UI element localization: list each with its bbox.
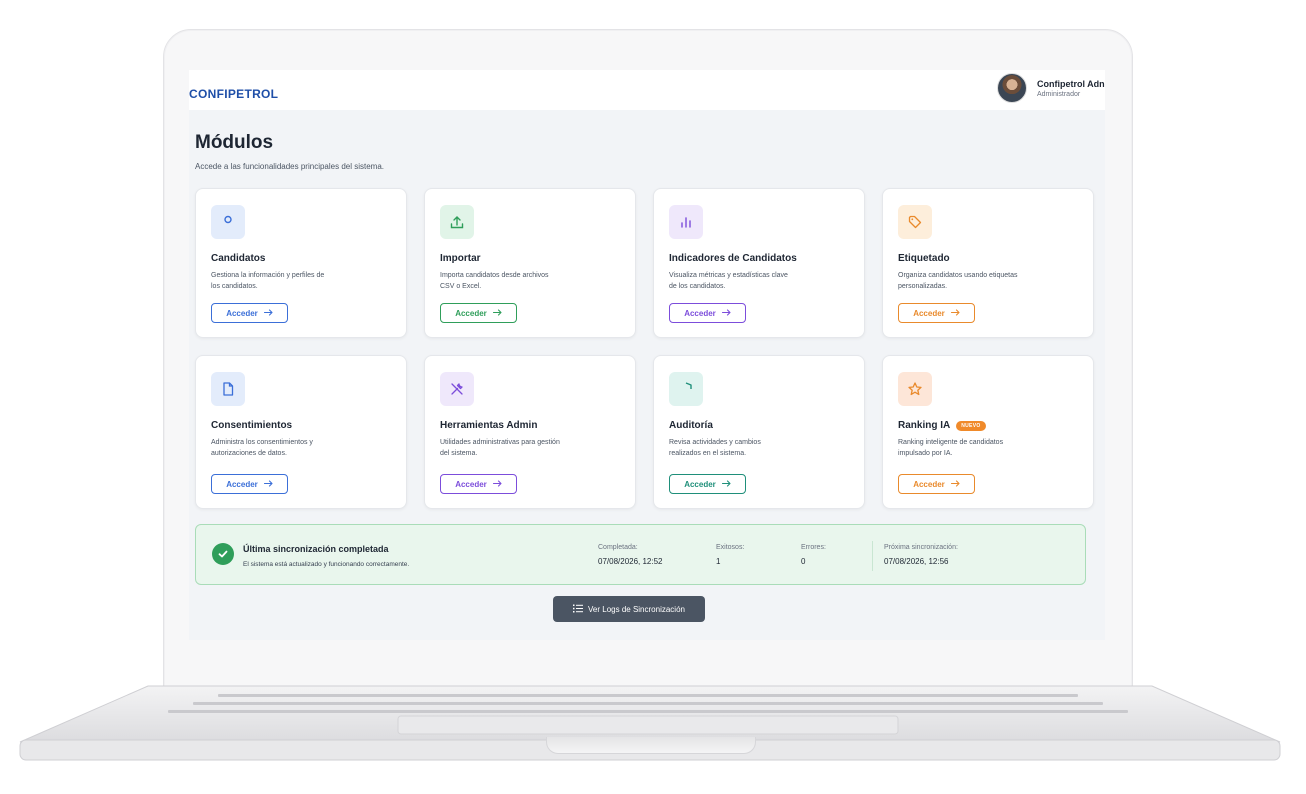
module-card-consentimientos[interactable]: Consentimientos Administra los consentimi… [195, 355, 407, 509]
access-button-ranking-ia[interactable]: Acceder [898, 474, 975, 494]
access-button-label: Acceder [455, 479, 487, 489]
laptop-notch [546, 737, 756, 754]
module-card-herramientas-admin[interactable]: Herramientas Admin Utilidades administrat… [424, 355, 636, 509]
sync-next-label: Próxima sincronización: [884, 544, 958, 551]
access-button-label: Acceder [684, 479, 716, 489]
document-icon [211, 372, 245, 406]
access-button-consentimientos[interactable]: Acceder [211, 474, 288, 494]
sync-status-panel: Última sincronización completada El sist… [195, 524, 1086, 585]
module-title: Candidatos [211, 253, 391, 264]
tag-icon [898, 205, 932, 239]
sync-completed-value: 07/08/2026, 12:52 [598, 557, 663, 566]
module-title-text: Auditoría [669, 420, 713, 431]
sync-next-value: 07/08/2026, 12:56 [884, 557, 949, 566]
access-button-herramientas-admin[interactable]: Acceder [440, 474, 517, 494]
access-button-etiquetado[interactable]: Acceder [898, 303, 975, 323]
view-sync-logs-button[interactable]: Ver Logs de Sincronización [553, 596, 705, 622]
module-description: Organiza candidatos usando etiquetas per… [898, 272, 1018, 291]
main-content: Módulos Accede a las funcionalidades pri… [189, 110, 1105, 640]
module-title: Consentimientos [211, 420, 391, 431]
module-card-candidatos[interactable]: Candidatos Gestiona la información y perf… [195, 188, 407, 338]
company-logo[interactable]: CONFIPETROL [189, 87, 278, 101]
module-title: Ranking IA NUEVO [898, 420, 1078, 431]
arrow-right-icon [950, 479, 960, 489]
app-header: CONFIPETROL Confipetrol Adn Administrado… [189, 70, 1105, 110]
upload-icon [440, 205, 474, 239]
arrow-right-icon [721, 308, 731, 318]
access-button-label: Acceder [226, 308, 258, 318]
sync-next: Próxima sincronización: 07/08/2026, 12:5… [884, 544, 958, 566]
module-description: Ranking inteligente de candidatos impuls… [898, 439, 1004, 458]
arrow-right-icon [721, 479, 731, 489]
module-title: Etiquetado [898, 253, 1078, 264]
tools-icon [440, 372, 474, 406]
arrow-right-icon [492, 479, 502, 489]
app-screen: CONFIPETROL Confipetrol Adn Administrado… [189, 70, 1105, 640]
page-title: Módulos [195, 132, 274, 153]
module-title-text: Indicadores de Candidatos [669, 253, 797, 264]
module-title-text: Ranking IA [898, 420, 951, 431]
modules-grid: Candidatos Gestiona la información y perf… [195, 188, 1094, 509]
module-title: Indicadores de Candidatos [669, 253, 849, 264]
sync-completed: Completada: 07/08/2026, 12:52 [598, 544, 663, 566]
access-button-label: Acceder [455, 308, 487, 318]
access-button-label: Acceder [226, 479, 258, 489]
arrow-right-icon [263, 479, 273, 489]
star-icon [898, 372, 932, 406]
module-title-text: Consentimientos [211, 420, 293, 431]
module-title-text: Etiquetado [898, 253, 950, 264]
module-title-text: Herramientas Admin [440, 420, 538, 431]
module-description: Importa candidatos desde archivos CSV o … [440, 272, 549, 291]
avatar[interactable] [997, 73, 1027, 103]
module-card-etiquetado[interactable]: Etiquetado Organiza candidatos usando eti… [882, 188, 1094, 338]
sync-errors-label: Errores: [801, 544, 826, 551]
sync-success: Exitosos: 1 [716, 544, 744, 566]
view-sync-logs-label: Ver Logs de Sincronización [588, 604, 685, 614]
module-title: Importar [440, 253, 620, 264]
module-card-indicadores-de-candidatos[interactable]: Indicadores de Candidatos Visualiza métri… [653, 188, 865, 338]
sync-success-label: Exitosos: [716, 544, 745, 551]
sync-divider [872, 541, 873, 571]
module-description: Utilidades administrativas para gestión … [440, 439, 560, 458]
module-title-text: Candidatos [211, 253, 266, 264]
access-button-candidatos[interactable]: Acceder [211, 303, 288, 323]
user-menu[interactable]: Confipetrol Adn Administrador [997, 73, 1105, 103]
module-title: Auditoría [669, 420, 849, 431]
module-card-importar[interactable]: Importar Importa candidatos desde archivo… [424, 188, 636, 338]
sync-errors: Errores: 0 [801, 544, 826, 566]
access-button-indicadores-de-candidatos[interactable]: Acceder [669, 303, 746, 323]
sync-title: Última sincronización completada [243, 544, 389, 554]
access-button-label: Acceder [684, 308, 716, 318]
module-description: Visualiza métricas y estadísticas clave … [669, 272, 788, 291]
user-name: Confipetrol Adn [1037, 78, 1105, 89]
module-card-auditoria[interactable]: Auditoría Revisa actividades y cambios re… [653, 355, 865, 509]
sync-subtitle: El sistema está actualizado y funcionand… [243, 561, 410, 568]
shield-icon [669, 372, 703, 406]
arrow-right-icon [950, 308, 960, 318]
access-button-importar[interactable]: Acceder [440, 303, 517, 323]
sync-success-value: 1 [716, 557, 721, 566]
access-button-label: Acceder [913, 479, 945, 489]
access-button-label: Acceder [913, 308, 945, 318]
module-description: Revisa actividades y cambios realizados … [669, 439, 761, 458]
module-description: Gestiona la información y perfiles de lo… [211, 272, 325, 291]
arrow-right-icon [492, 308, 502, 318]
user-role: Administrador [1037, 90, 1081, 98]
new-badge: NUEVO [956, 420, 986, 431]
arrow-right-icon [263, 308, 273, 318]
user-icon [211, 205, 245, 239]
module-card-ranking-ia[interactable]: Ranking IA NUEVO Ranking inteligente de ca… [882, 355, 1094, 509]
sync-completed-label: Completada: [598, 544, 638, 551]
list-icon [573, 604, 584, 615]
sync-errors-value: 0 [801, 557, 806, 566]
bar-chart-icon [669, 205, 703, 239]
page-subtitle: Accede a las funcionalidades principales… [195, 162, 384, 171]
module-description: Administra los consentimientos y autoriz… [211, 439, 313, 458]
access-button-auditoria[interactable]: Acceder [669, 474, 746, 494]
check-circle-icon [212, 543, 234, 565]
module-title-text: Importar [440, 253, 481, 264]
module-title: Herramientas Admin [440, 420, 620, 431]
